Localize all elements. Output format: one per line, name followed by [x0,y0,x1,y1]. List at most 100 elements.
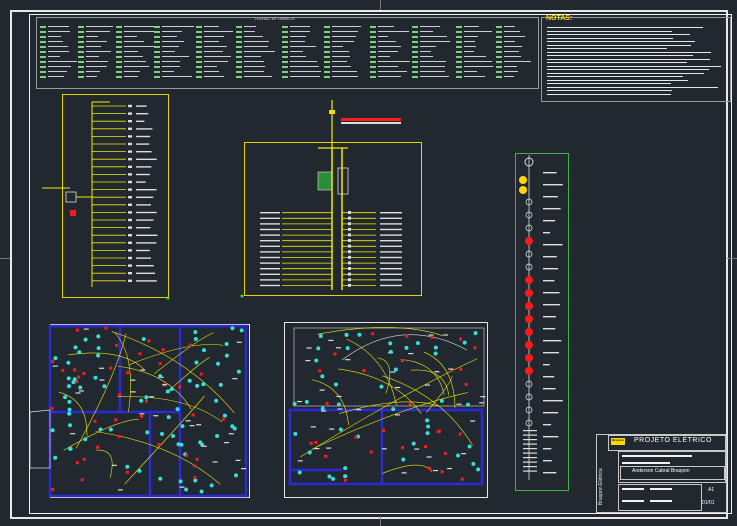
outlet-symbol [77,375,81,379]
legend-row [412,35,458,38]
light-fixture-symbol [72,377,77,382]
riser-breaker [128,226,132,229]
legend-text-line [420,76,450,77]
legend-symbol [154,70,160,73]
circuit-label [356,409,362,411]
frame-tick-top [380,0,381,10]
light-fixture-symbol [404,345,409,350]
circuit-label [117,489,123,491]
title-block-vertical-label: Braspon Elétrica [598,468,604,505]
legend-text-line [290,31,310,32]
light-fixture-symbol [425,418,430,423]
light-fixture-symbol [344,332,349,337]
circuit-label [140,369,146,371]
outlet-symbol [51,360,55,364]
outlet-symbol [147,339,151,343]
legend-symbol [282,45,288,48]
legend-row [496,30,542,33]
light-fixture-symbol [473,331,478,336]
legend-symbol [412,50,418,53]
circuit-label [321,410,327,412]
legend-symbol [496,70,502,73]
legend-symbol [496,25,502,28]
outlet-symbol [371,332,375,336]
outlet-symbol [369,450,373,454]
light-fixture-symbol [401,457,406,462]
legend-text-line [332,36,357,37]
light-fixture-symbol [194,360,199,365]
meter-label-line [543,328,556,330]
meter-ground-line [523,434,537,436]
legend-symbol [78,75,84,78]
legend-symbol [456,75,462,78]
legend-symbol [116,50,122,53]
legend-text-line [420,41,450,42]
light-fixture-symbol [125,464,130,469]
legend-row [236,50,282,53]
circuit-label [70,433,76,435]
legend-row [154,70,200,73]
light-fixture-symbol [178,479,183,484]
legend-symbol [236,75,242,78]
legend-text-line [48,36,61,37]
light-fixture-symbol [233,473,238,478]
legend-symbol [370,40,376,43]
wiring-path [68,352,145,370]
circuit-label [189,425,195,427]
legend-row [154,75,200,78]
circuit-label [479,402,485,404]
legend-text-line [332,56,350,57]
legend-row [412,50,458,53]
riser-label-line [136,189,157,191]
light-fixture-symbol [433,351,438,356]
riser-breaker [128,241,132,244]
light-fixture-symbol [93,375,98,380]
board-right-label [380,268,402,270]
legend-symbol [456,65,462,68]
legend-text-line [124,61,147,62]
outlet-symbol [93,419,97,423]
legend-symbol [116,35,122,38]
riser-breaker [128,218,132,222]
legend-text-line [420,66,446,67]
meter-label-line [543,412,559,414]
light-fixture-symbol [236,369,241,374]
legend-text-line [244,46,269,47]
riser-label-line [136,143,150,145]
legend-symbol [154,35,160,38]
circuit-label [345,359,351,361]
circuit-label [236,341,242,343]
meter-label-line [543,352,560,354]
legend-text-line [290,46,317,47]
note-text-line [547,51,711,53]
legend-text-line [204,46,228,47]
legend-symbol [196,45,202,48]
outlet-symbol [140,414,144,418]
light-fixture-symbol [466,402,471,407]
legend-symbol [324,45,330,48]
light-fixture-symbol [476,467,481,472]
meter-single-line-diagram [519,155,563,480]
light-fixture-symbol [198,440,203,445]
legend-symbol [154,25,160,28]
circuit-label [297,460,303,462]
legend-text-line [162,41,185,42]
note-text-line [547,34,691,35]
legend-text-line [86,36,98,37]
legend-row [496,40,542,43]
legend-symbol [456,50,462,53]
circuit-label [111,464,117,466]
legend-symbol [40,35,46,38]
legend-symbol [116,65,122,68]
legend-text-line [464,71,478,72]
legend-symbol [236,55,242,58]
legend-text-line [244,61,264,62]
riser-breaker [128,104,132,108]
legend-text-line [504,46,522,47]
legend-symbol [40,65,46,68]
board-left-label [260,256,280,259]
legend-symbol [196,75,202,78]
legend-row [154,40,200,43]
light-fixture-symbol [222,413,227,418]
outlet-symbol [96,445,100,449]
